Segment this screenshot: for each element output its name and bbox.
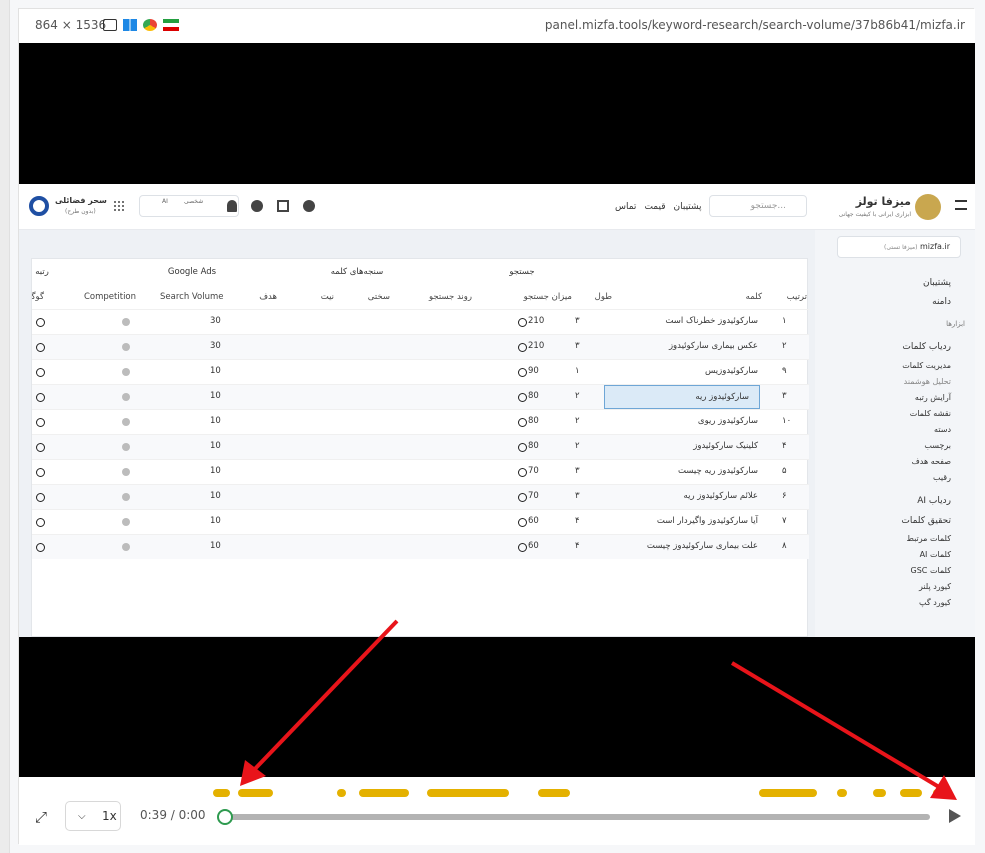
page: 864 × 1536 panel.mizfa.tools/keyword-res… [0, 0, 985, 853]
arrow-right-head [930, 775, 957, 800]
arrow-right [730, 661, 946, 792]
annotation-arrows [240, 619, 957, 800]
arrow-left [250, 619, 399, 774]
